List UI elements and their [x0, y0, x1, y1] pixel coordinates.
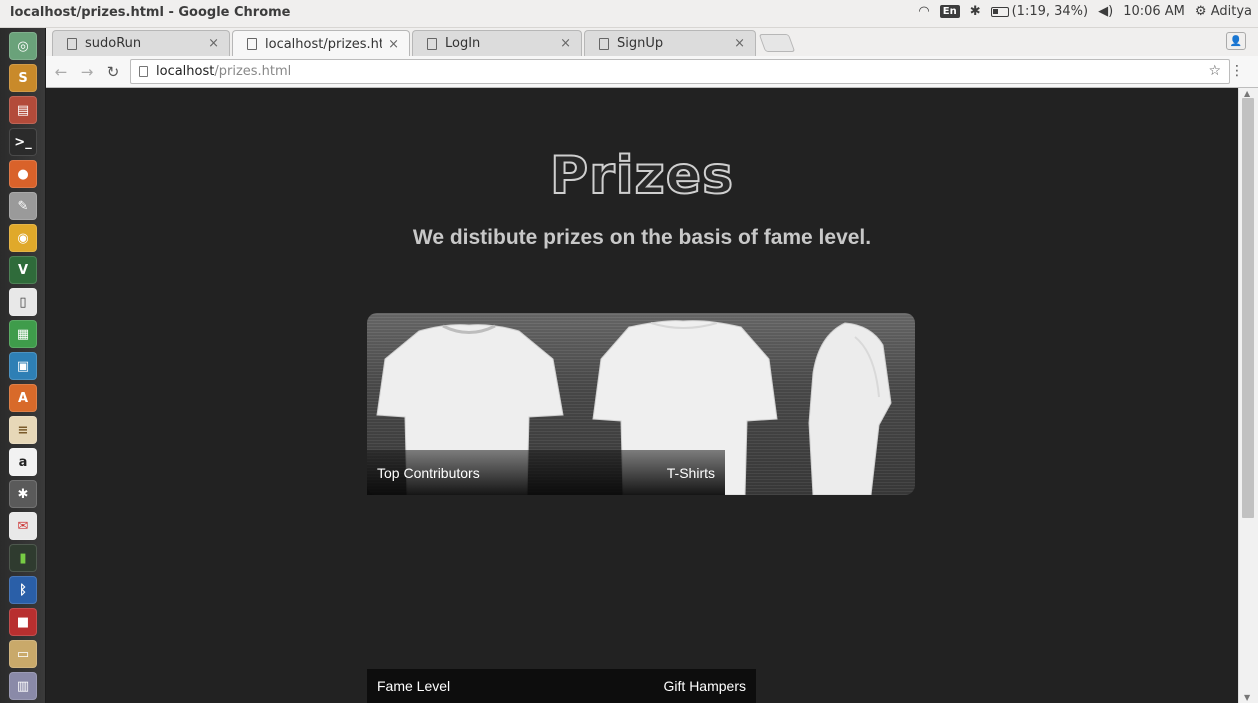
tab-label: localhost/prizes.html: [265, 36, 383, 52]
page-icon: [247, 38, 257, 50]
page-title: Prizes: [549, 145, 735, 207]
page-icon: [427, 37, 437, 50]
files-icon[interactable]: ▤: [9, 96, 37, 124]
bluetooth-icon[interactable]: ᛒ: [9, 576, 37, 604]
battery-icon: [990, 6, 1009, 17]
new-tab-button[interactable]: [758, 34, 796, 52]
caption-right: T-Shirts: [666, 464, 715, 481]
terminal-icon[interactable]: >_: [9, 128, 37, 156]
prize-caption-tshirts: Top Contributors T-Shirts: [367, 450, 725, 495]
close-tab-icon[interactable]: ×: [388, 37, 399, 52]
keyboard-layout-indicator[interactable]: En: [939, 5, 960, 18]
battery-indicator[interactable]: (1:19, 34%): [990, 4, 1089, 19]
page-icon: [67, 37, 77, 50]
caption-left: Top Contributors: [377, 464, 480, 481]
user-name: Aditya: [1210, 4, 1252, 19]
tab-sudorun[interactable]: sudoRun ×: [52, 30, 230, 56]
page-subtitle: We distibute prizes on the basis of fame…: [412, 226, 872, 249]
caption-right: Gift Hampers: [663, 678, 746, 694]
gear-icon: ⚙: [1194, 4, 1207, 19]
close-tab-icon[interactable]: ×: [560, 36, 571, 51]
scroll-down-icon[interactable]: ▼: [1244, 693, 1250, 702]
forward-icon[interactable]: →: [76, 61, 98, 83]
sublime-icon[interactable]: S: [9, 64, 37, 92]
tab-label: sudoRun: [85, 36, 142, 51]
address-path: /prizes.html: [214, 64, 292, 79]
session-menu[interactable]: ⚙ Aditya: [1195, 4, 1252, 19]
battery-text: (1:19, 34%): [1011, 4, 1089, 19]
prize-caption-gift-hampers: Fame Level Gift Hampers: [367, 669, 756, 703]
settings-icon[interactable]: ✱: [9, 480, 37, 508]
amazon-icon[interactable]: a: [9, 448, 37, 476]
dash-icon[interactable]: ◎: [9, 32, 37, 60]
page-icon: [599, 37, 609, 50]
tab-signup[interactable]: SignUp ×: [584, 30, 756, 56]
bookmark-star-icon[interactable]: ☆: [1208, 63, 1221, 79]
impress-icon[interactable]: ▣: [9, 352, 37, 380]
browser-toolbar: ← → ↻ localhost/prizes.html ☆ ⋮: [46, 56, 1258, 88]
caption-left: Fame Level: [377, 678, 451, 694]
clock[interactable]: 10:06 AM: [1123, 4, 1185, 19]
scrollbar-thumb[interactable]: [1242, 98, 1254, 518]
wifi-icon[interactable]: ◠: [918, 4, 929, 19]
page-scrollbar[interactable]: ▲ ▼: [1238, 88, 1258, 703]
close-tab-icon[interactable]: ×: [734, 36, 745, 51]
close-tab-icon[interactable]: ×: [208, 36, 219, 51]
window-title: localhost/prizes.html - Google Chrome: [10, 5, 291, 20]
page-viewport: Prizes We distibute prizes on the basis …: [46, 88, 1238, 703]
back-icon[interactable]: ←: [50, 61, 72, 83]
vim-icon[interactable]: V: [9, 256, 37, 284]
drive-icon[interactable]: ▭: [9, 640, 37, 668]
writer-icon[interactable]: ▯: [9, 288, 37, 316]
volume-icon[interactable]: ◀): [1098, 4, 1113, 19]
address-host: localhost: [156, 64, 215, 79]
chrome-menu-icon[interactable]: ⋮: [1230, 63, 1244, 79]
profile-icon[interactable]: 👤: [1226, 32, 1246, 50]
bluetooth-icon[interactable]: ✱: [970, 4, 981, 19]
battery-app-icon[interactable]: ▮: [9, 544, 37, 572]
text-editor-icon[interactable]: ✎: [9, 192, 37, 220]
tab-strip: sudoRun × localhost/prizes.html × LogIn …: [46, 28, 1258, 57]
reload-icon[interactable]: ↻: [102, 61, 124, 83]
scroll-up-icon[interactable]: ▲: [1244, 89, 1250, 98]
calc-icon[interactable]: ▦: [9, 320, 37, 348]
software-center-icon[interactable]: A: [9, 384, 37, 412]
media-icon[interactable]: ■: [9, 608, 37, 636]
tab-prizes[interactable]: localhost/prizes.html ×: [232, 30, 410, 57]
firefox-icon[interactable]: ●: [9, 160, 37, 188]
tab-label: SignUp: [617, 36, 664, 51]
launcher: ◎ S ▤ >_ ● ✎ ◉ V ▯ ▦ ▣ A ≡ a ✱ ✉ ▮ ᛒ ■ ▭…: [0, 28, 46, 703]
system-top-bar: localhost/prizes.html - Google Chrome ◠ …: [0, 0, 1258, 28]
gmail-icon[interactable]: ✉: [9, 512, 37, 540]
trash-icon[interactable]: ▥: [9, 672, 37, 700]
page-info-icon[interactable]: [139, 66, 148, 77]
address-bar[interactable]: localhost/prizes.html ☆: [130, 59, 1230, 84]
document-icon[interactable]: ≡: [9, 416, 37, 444]
tab-login[interactable]: LogIn ×: [412, 30, 582, 56]
system-tray: ◠ En ✱ (1:19, 34%) ◀) 10:06 AM ⚙ Aditya: [918, 4, 1252, 19]
tab-label: LogIn: [445, 36, 481, 51]
chrome-icon[interactable]: ◉: [9, 224, 37, 252]
